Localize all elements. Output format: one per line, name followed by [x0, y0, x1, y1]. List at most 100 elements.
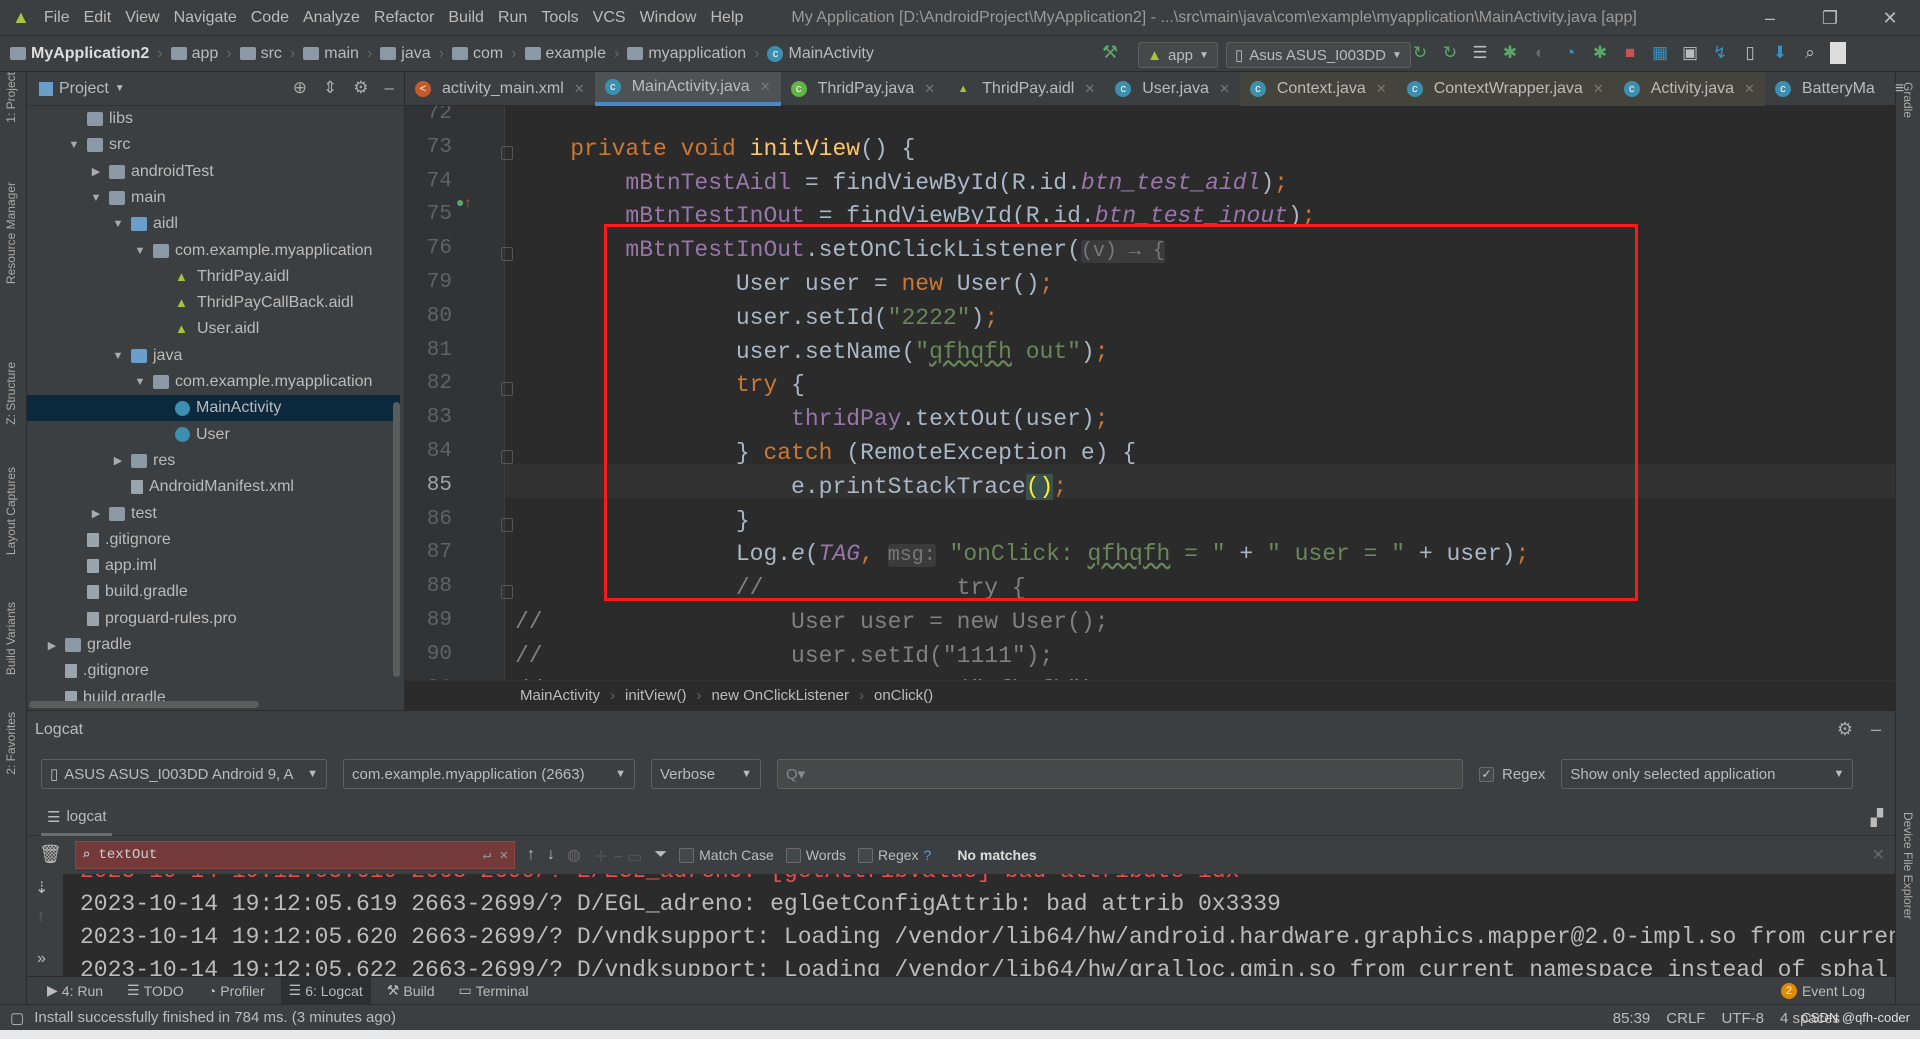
menu-edit[interactable]: Edit [84, 9, 112, 27]
close-tab-icon[interactable]: ✕ [1593, 81, 1604, 97]
fold-marker-icon[interactable] [501, 382, 513, 397]
process-select[interactable]: com.example.myapplication (2663) ▼ [343, 759, 635, 789]
nav-crumb[interactable]: main › [303, 45, 372, 63]
menu-build[interactable]: Build [448, 9, 484, 27]
tool-window-device-file-explorer[interactable]: Device File Explorer [1901, 812, 1915, 919]
fold-marker-icon[interactable] [501, 450, 513, 464]
tab-context-java[interactable]: c Context.java ✕ [1239, 72, 1397, 106]
menu-analyze[interactable]: Analyze [303, 9, 360, 27]
close-button[interactable]: ✕ [1860, 0, 1920, 36]
tool-profiler[interactable]: ◔ Profiler [200, 977, 273, 1005]
stop-icon[interactable]: ■ [1620, 42, 1640, 64]
tree-item[interactable]: .gitignore [27, 527, 400, 553]
tree-item[interactable]: ▶ gradle [27, 632, 400, 658]
tool-window-1-project[interactable]: 1: Project [4, 72, 18, 123]
menu-window[interactable]: Window [640, 9, 697, 27]
filter-select[interactable]: Show only selected application ▼ [1561, 759, 1854, 789]
collapse-arrow-icon[interactable]: ▶ [89, 507, 103, 520]
sdk-manager-icon[interactable]: ⬇ [1770, 42, 1790, 64]
nav-crumb[interactable]: src › [239, 45, 295, 63]
fold-marker-icon[interactable] [501, 145, 513, 160]
logcat-output[interactable]: 2023-10-14 19:12:05.619 2663-2699/? E/EG… [63, 874, 1895, 976]
file-encoding[interactable]: UTF-8 [1721, 1010, 1764, 1027]
maximize-button[interactable]: ❐ [1800, 0, 1860, 36]
tree-item[interactable]: ▼ com.example.myapplication [27, 369, 400, 395]
breadcrumb-item[interactable]: onClick() [874, 687, 933, 704]
line-separator[interactable]: CRLF [1666, 1010, 1705, 1027]
caret-position[interactable]: 85:39 [1613, 1010, 1651, 1027]
help-link[interactable]: ? [924, 847, 932, 863]
close-tab-icon[interactable]: ✕ [574, 81, 585, 97]
event-log-button[interactable]: 2 Event Log [1780, 977, 1865, 1005]
device-select[interactable]: ▯ ASUS ASUS_I003DD Android 9, A ▼ [41, 759, 327, 789]
tab-activity-java[interactable]: c Activity.java ✕ [1613, 72, 1765, 106]
tree-item[interactable]: ▼ main [27, 185, 400, 211]
next-occurrence-icon[interactable]: ↓ [547, 846, 555, 864]
expand-arrow-icon[interactable]: ▼ [111, 350, 125, 362]
nav-crumb[interactable]: app › [170, 45, 232, 63]
filter-icon[interactable]: ⏷ [654, 846, 667, 864]
close-tab-icon[interactable]: ✕ [1376, 81, 1387, 97]
project-horizontal-scrollbar[interactable] [29, 701, 259, 708]
menu-help[interactable]: Help [710, 9, 743, 27]
logcat-search-input[interactable]: Q▾ [777, 759, 1463, 789]
menu-tools[interactable]: Tools [541, 9, 578, 27]
device-manager-icon[interactable]: ▯ [1740, 42, 1760, 64]
tree-item[interactable]: AndroidManifest.xml [27, 474, 400, 500]
expand-arrow-icon[interactable]: ▼ [89, 192, 103, 204]
tree-item[interactable]: ▲ ThridPayCallBack.aidl [27, 290, 400, 316]
tool-build[interactable]: ⚒ Build [379, 977, 443, 1005]
tree-item[interactable]: .gitignore [27, 658, 400, 684]
expand-arrow-icon[interactable]: ▼ [133, 376, 147, 388]
close-find-icon[interactable]: ✕ [1872, 845, 1885, 865]
more-icon[interactable]: » [37, 950, 46, 968]
up-icon[interactable]: ↑ [37, 908, 45, 926]
gear-icon[interactable]: ⚙ [1837, 719, 1853, 740]
menu-run[interactable]: Run [498, 9, 527, 27]
tree-item[interactable]: ▶ androidTest [27, 159, 400, 185]
tool-window-2-favorites[interactable]: 2: Favorites [4, 712, 18, 775]
tool-terminal[interactable]: ▭ Terminal [451, 977, 537, 1005]
coverage-icon[interactable]: ◐ [1530, 42, 1550, 64]
close-tab-icon[interactable]: ✕ [760, 79, 771, 95]
collapse-arrow-icon[interactable]: ▶ [89, 165, 103, 178]
minimize-button[interactable]: – [1740, 0, 1800, 36]
collapse-arrow-icon[interactable]: ▶ [45, 639, 59, 652]
attach-debugger-icon[interactable]: ✱ [1590, 42, 1610, 64]
menu-refactor[interactable]: Refactor [374, 9, 434, 27]
tool-window-build-variants[interactable]: Build Variants [4, 602, 18, 675]
project-scrollbar[interactable] [393, 402, 400, 677]
tab-contextwrapper-java[interactable]: c ContextWrapper.java ✕ [1396, 72, 1614, 106]
hide-icon[interactable]: – [1871, 719, 1881, 740]
device-select[interactable]: ▯ Asus ASUS_I003DD ▼ [1225, 42, 1411, 68]
collapse-all-icon[interactable]: ⇕ [323, 78, 337, 98]
tree-item[interactable]: proguard-rules.pro [27, 606, 400, 632]
tab-thridpay-aidl[interactable]: ▲ ThridPay.aidl ✕ [945, 72, 1105, 106]
log-level-select[interactable]: Verbose ▼ [651, 759, 761, 789]
tree-item[interactable]: build.gradle [27, 579, 400, 605]
previous-occurrence-icon[interactable]: ↑ [527, 846, 535, 864]
tool-todo[interactable]: ☰ TODO [119, 977, 192, 1005]
menu-file[interactable]: File [44, 9, 70, 27]
words-checkbox[interactable] [785, 847, 801, 863]
trash-icon[interactable]: 🗑 [39, 844, 62, 865]
tool-window-resource-manager[interactable]: Resource Manager [4, 182, 18, 284]
find-input[interactable]: ⌕ textOut ↵ ✕ [75, 841, 515, 869]
menu-view[interactable]: View [125, 9, 159, 27]
nav-crumb[interactable]: c MainActivity [767, 45, 874, 63]
profile-icon[interactable]: ◔ [1560, 42, 1580, 64]
breadcrumb-item[interactable]: new OnClickListener [711, 687, 849, 704]
tab-logcat[interactable]: ☰ logcat [41, 800, 113, 836]
find-options-icon[interactable]: ◍ [567, 845, 581, 865]
tab-batteryma[interactable]: c BatteryMa [1765, 72, 1885, 106]
tree-item[interactable]: libs [27, 106, 400, 132]
apply-changes-icon[interactable]: ↻ [1410, 42, 1430, 64]
status-icon[interactable]: ▢ [10, 1009, 24, 1027]
hide-icon[interactable]: – [385, 78, 394, 98]
locate-icon[interactable]: ⊕ [293, 78, 307, 98]
nav-crumb[interactable]: example › [524, 45, 619, 63]
menu-vcs[interactable]: VCS [593, 9, 626, 27]
layout-icon[interactable]: ▞ [1871, 808, 1883, 828]
scroll-to-end-icon[interactable]: ⇣ [35, 878, 48, 898]
tree-item[interactable]: ▲ ThridPay.aidl [27, 264, 400, 290]
